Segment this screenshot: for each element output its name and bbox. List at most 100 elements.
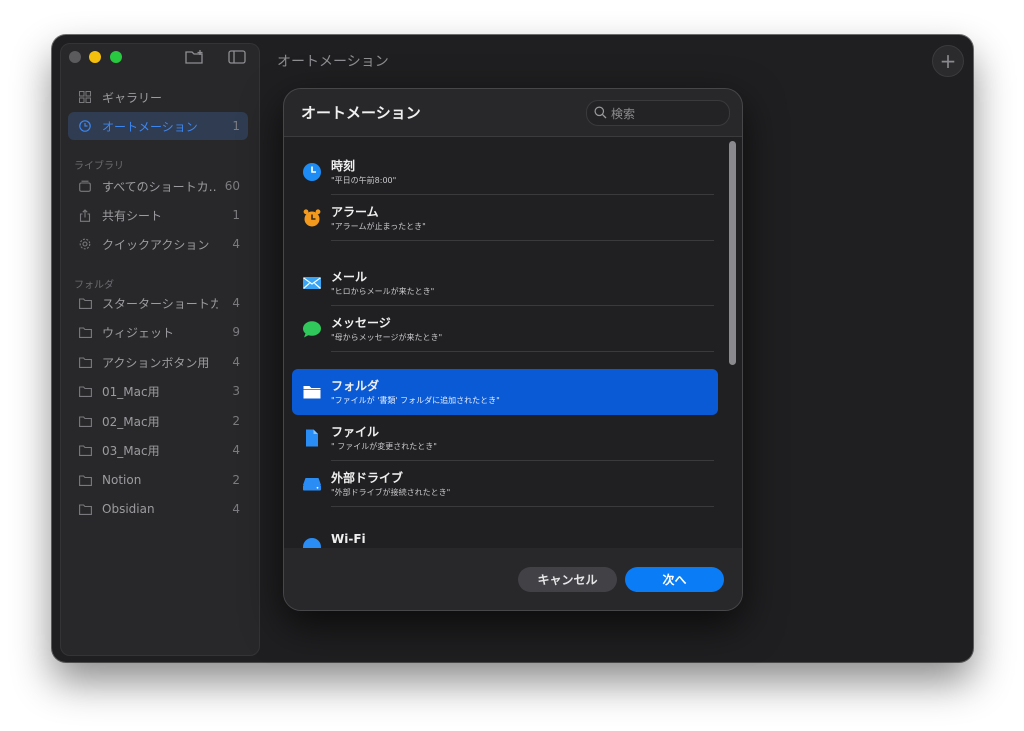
item-subtitle: "ファイルが '書類' フォルダに追加されたとき" bbox=[331, 396, 500, 405]
gear-icon bbox=[78, 237, 92, 251]
item-subtitle: "アラームが止まったとき" bbox=[331, 222, 426, 231]
list-item-time[interactable]: 時刻 "平日の午前8:00" bbox=[292, 149, 718, 195]
sidebar-toggle-icon[interactable] bbox=[228, 49, 246, 65]
sidebar-item-gallery[interactable]: ギャラリー bbox=[68, 83, 248, 111]
sidebar-item-label: 02_Mac用 bbox=[102, 414, 160, 429]
sidebar-item-all-shortcuts[interactable]: すべてのショートカ… 60 bbox=[68, 172, 248, 200]
item-subtitle: "母からメッセージが来たとき" bbox=[331, 333, 443, 342]
sidebar-item-count: 4 bbox=[232, 502, 240, 516]
sidebar-item-quick-actions[interactable]: クイックアクション 4 bbox=[68, 230, 248, 258]
sidebar-folder-item[interactable]: ウィジェット 9 bbox=[68, 318, 248, 346]
folder-icon bbox=[78, 355, 92, 369]
sidebar-item-count: 4 bbox=[232, 296, 240, 310]
item-subtitle: "外部ドライブが接続されたとき" bbox=[331, 488, 451, 497]
item-title: 外部ドライブ bbox=[331, 471, 404, 485]
drive-icon bbox=[302, 474, 322, 494]
item-title: フォルダ bbox=[331, 379, 380, 393]
sidebar-item-label: 03_Mac用 bbox=[102, 443, 160, 458]
clock-icon bbox=[302, 162, 322, 182]
folder-icon bbox=[78, 325, 92, 339]
list-item-mail[interactable]: メール "ヒロからメールが来たとき" bbox=[292, 260, 718, 306]
folder-icon bbox=[78, 384, 92, 398]
folder-icon bbox=[302, 382, 322, 402]
sidebar-folder-item[interactable]: 02_Mac用 2 bbox=[68, 407, 248, 435]
grid-icon bbox=[78, 90, 92, 104]
zoom-button[interactable] bbox=[110, 51, 122, 63]
item-subtitle: "ヒロからメールが来たとき" bbox=[331, 287, 435, 296]
sidebar-folder-item[interactable]: スターターショートカ… 4 bbox=[68, 289, 248, 317]
sidebar-item-count: 1 bbox=[232, 208, 240, 222]
sidebar-item-count: 60 bbox=[224, 179, 240, 193]
list-item-folder[interactable]: フォルダ "ファイルが '書類' フォルダに追加されたとき" bbox=[292, 369, 718, 415]
sidebar-item-count: 4 bbox=[232, 443, 240, 457]
minimize-button[interactable] bbox=[89, 51, 101, 63]
sidebar-item-share-sheet[interactable]: 共有シート 1 bbox=[68, 201, 248, 229]
dialog-title: オートメーション bbox=[301, 104, 421, 122]
folder-icon bbox=[78, 473, 92, 487]
sidebar-item-label: クイックアクション bbox=[102, 237, 210, 252]
next-button[interactable]: 次へ bbox=[625, 567, 724, 592]
item-title: メッセージ bbox=[331, 316, 391, 330]
list-item-external-drive[interactable]: 外部ドライブ "外部ドライブが接続されたとき" bbox=[292, 461, 718, 507]
plus-icon: + bbox=[939, 49, 957, 73]
add-button[interactable]: + bbox=[932, 45, 964, 77]
window-title: オートメーション bbox=[277, 54, 389, 70]
alarm-icon bbox=[302, 208, 322, 228]
folder-icon bbox=[78, 502, 92, 516]
sidebar-item-count: 1 bbox=[232, 119, 240, 133]
item-title: アラーム bbox=[331, 205, 379, 219]
clock-icon bbox=[78, 119, 92, 133]
sidebar-item-label: ギャラリー bbox=[102, 90, 163, 105]
row-divider bbox=[331, 506, 714, 507]
item-title: メール bbox=[331, 270, 368, 284]
sidebar-item-count: 2 bbox=[232, 414, 240, 428]
close-button[interactable] bbox=[69, 51, 81, 63]
sidebar-folder-item[interactable]: Notion 2 bbox=[68, 466, 248, 494]
sidebar-item-count: 3 bbox=[232, 384, 240, 398]
file-icon bbox=[302, 428, 322, 448]
cancel-button[interactable]: キャンセル bbox=[518, 567, 617, 592]
trigger-list[interactable]: 時刻 "平日の午前8:00" アラーム "アラームが止まったとき" メール "ヒ… bbox=[284, 137, 742, 548]
share-icon bbox=[78, 208, 92, 222]
sidebar-item-label: Notion bbox=[102, 473, 142, 487]
sidebar-item-label: すべてのショートカ… bbox=[102, 179, 218, 194]
mail-icon bbox=[302, 273, 322, 293]
sidebar-item-count: 2 bbox=[232, 473, 240, 487]
item-title: Wi-Fi bbox=[331, 532, 366, 546]
sidebar-item-label: 共有シート bbox=[102, 208, 163, 223]
automation-dialog: オートメーション 検索 時刻 "平日の午前8:00" アラーム "アラームが止ま… bbox=[283, 88, 743, 611]
sidebar-item-label: ウィジェット bbox=[102, 325, 175, 340]
list-item-wifi[interactable]: Wi-Fi bbox=[292, 524, 718, 548]
sidebar-item-label: Obsidian bbox=[102, 502, 155, 516]
sidebar-folder-item[interactable]: 01_Mac用 3 bbox=[68, 377, 248, 405]
scrollbar-thumb[interactable] bbox=[729, 141, 736, 365]
list-item-alarm[interactable]: アラーム "アラームが止まったとき" bbox=[292, 195, 718, 241]
library-section-header: ライブラリ bbox=[74, 161, 124, 172]
item-title: ファイル bbox=[331, 425, 380, 439]
folder-icon bbox=[78, 296, 92, 310]
search-icon bbox=[594, 106, 608, 120]
row-divider bbox=[331, 240, 714, 241]
new-folder-icon[interactable] bbox=[185, 49, 203, 65]
folder-icon bbox=[78, 443, 92, 457]
search-field[interactable]: 検索 bbox=[586, 100, 730, 126]
list-item-file[interactable]: ファイル " ファイルが変更されたとき" bbox=[292, 415, 718, 461]
sidebar-item-automation[interactable]: オートメーション 1 bbox=[68, 112, 248, 140]
sidebar-item-count: 9 bbox=[232, 325, 240, 339]
item-subtitle: "平日の午前8:00" bbox=[331, 176, 397, 185]
scrollbar[interactable] bbox=[727, 139, 737, 545]
search-placeholder: 検索 bbox=[611, 106, 636, 121]
item-subtitle: " ファイルが変更されたとき" bbox=[331, 442, 437, 451]
list-item-messages[interactable]: メッセージ "母からメッセージが来たとき" bbox=[292, 306, 718, 352]
sidebar-item-label: アクションボタン用 bbox=[102, 355, 210, 370]
sidebar-folder-item[interactable]: Obsidian 4 bbox=[68, 495, 248, 523]
item-title: 時刻 bbox=[331, 159, 356, 173]
sidebar-item-label: 01_Mac用 bbox=[102, 384, 160, 399]
sidebar-item-count: 4 bbox=[232, 237, 240, 251]
sidebar-folder-item[interactable]: アクションボタン用 4 bbox=[68, 348, 248, 376]
sidebar-folder-item[interactable]: 03_Mac用 4 bbox=[68, 436, 248, 464]
dialog-footer: キャンセル 次へ bbox=[284, 548, 742, 610]
row-divider bbox=[331, 351, 714, 352]
sidebar-item-label: スターターショートカ… bbox=[102, 296, 218, 311]
wifi-icon bbox=[302, 537, 322, 548]
